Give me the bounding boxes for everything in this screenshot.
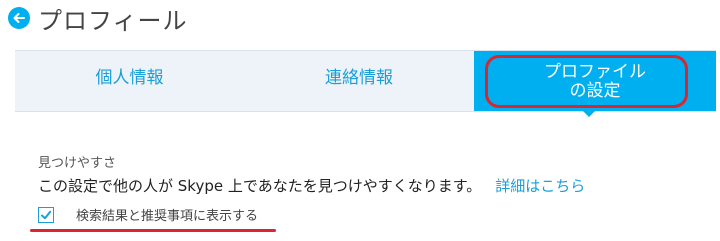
tab-label: プロファイル の設定 [544, 62, 646, 101]
tab-profile-settings[interactable]: プロファイル の設定 [474, 51, 716, 111]
page-header: プロフィール [8, 0, 188, 36]
checkmark-icon [41, 210, 52, 219]
page-title: プロフィール [38, 6, 188, 35]
details-link[interactable]: 詳細はこちら [495, 177, 585, 195]
tab-contact-info[interactable]: 連絡情報 [244, 51, 474, 111]
back-arrow-icon [13, 13, 25, 23]
tab-label: 連絡情報 [325, 68, 393, 88]
section-heading: 見つけやすさ [38, 156, 117, 171]
discoverability-option: 検索結果と推奨事項に表示する [38, 205, 258, 224]
tab-bar: 個人情報 連絡情報 プロファイル の設定 [15, 50, 716, 112]
annotation-underline [30, 229, 276, 232]
description-text: この設定で他の人が Skype 上であなたを見つけやすくなります。 [38, 177, 482, 195]
description-row: この設定で他の人が Skype 上であなたを見つけやすくなります。 詳細はこちら [38, 175, 585, 196]
back-button[interactable] [8, 7, 30, 29]
show-in-search-checkbox[interactable] [38, 206, 54, 223]
tab-label: 個人情報 [95, 68, 164, 88]
profile-page: プロフィール 個人情報 連絡情報 プロファイル の設定 見つけやすさ この設定で… [0, 0, 720, 241]
checkbox-label: 検索結果と推奨事項に表示する [76, 209, 259, 224]
selected-tab-pointer [582, 110, 596, 117]
tab-personal-info[interactable]: 個人情報 [15, 51, 244, 111]
